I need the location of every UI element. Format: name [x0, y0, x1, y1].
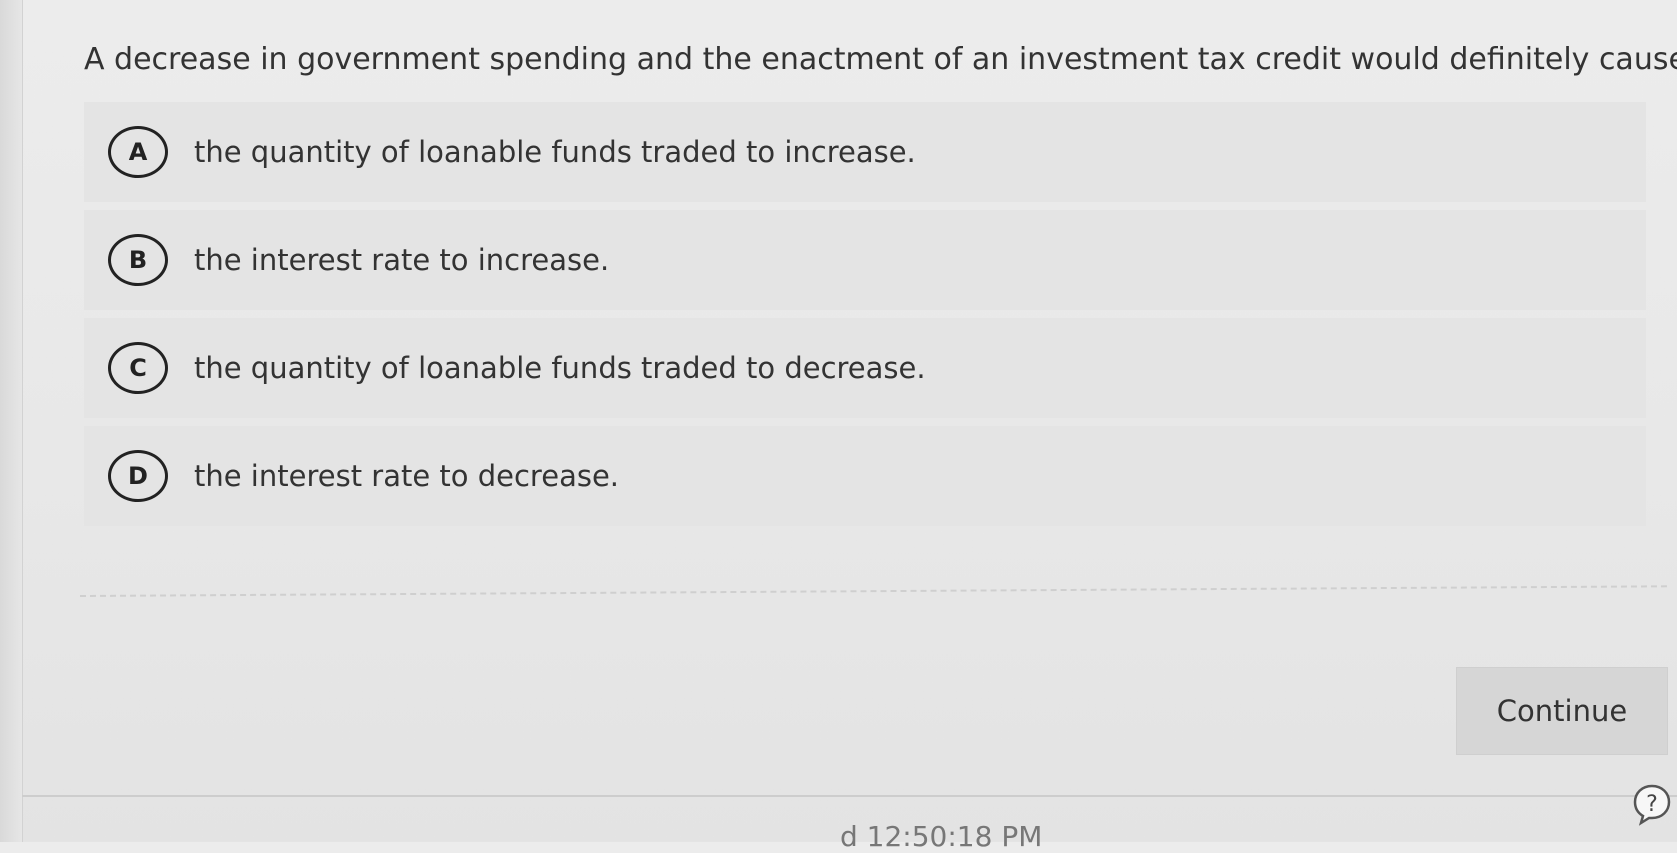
choice-b-badge: B: [108, 234, 168, 286]
choice-c-text: the quantity of loanable funds traded to…: [194, 351, 926, 385]
choice-d[interactable]: D the interest rate to decrease.: [84, 426, 1646, 526]
question-text: A decrease in government spending and th…: [84, 42, 1677, 77]
svg-text:?: ?: [1646, 792, 1658, 817]
choice-a-text: the quantity of loanable funds traded to…: [194, 135, 916, 169]
footer-divider: [22, 795, 1677, 797]
help-question-icon[interactable]: ?: [1630, 782, 1674, 826]
left-panel-edge: [0, 0, 23, 842]
choice-d-text: the interest rate to decrease.: [194, 459, 620, 493]
choice-c[interactable]: C the quantity of loanable funds traded …: [84, 318, 1646, 418]
choice-b-text: the interest rate to increase.: [194, 243, 610, 277]
section-divider: [79, 585, 1667, 597]
footer-timestamp: d 12:50:18 PM: [840, 820, 1043, 853]
choice-b[interactable]: B the interest rate to increase.: [84, 210, 1646, 310]
choice-a-badge: A: [108, 126, 168, 178]
choice-a[interactable]: A the quantity of loanable funds traded …: [84, 102, 1646, 202]
continue-button[interactable]: Continue: [1456, 667, 1668, 755]
choice-d-badge: D: [108, 450, 168, 502]
choice-c-badge: C: [108, 342, 168, 394]
